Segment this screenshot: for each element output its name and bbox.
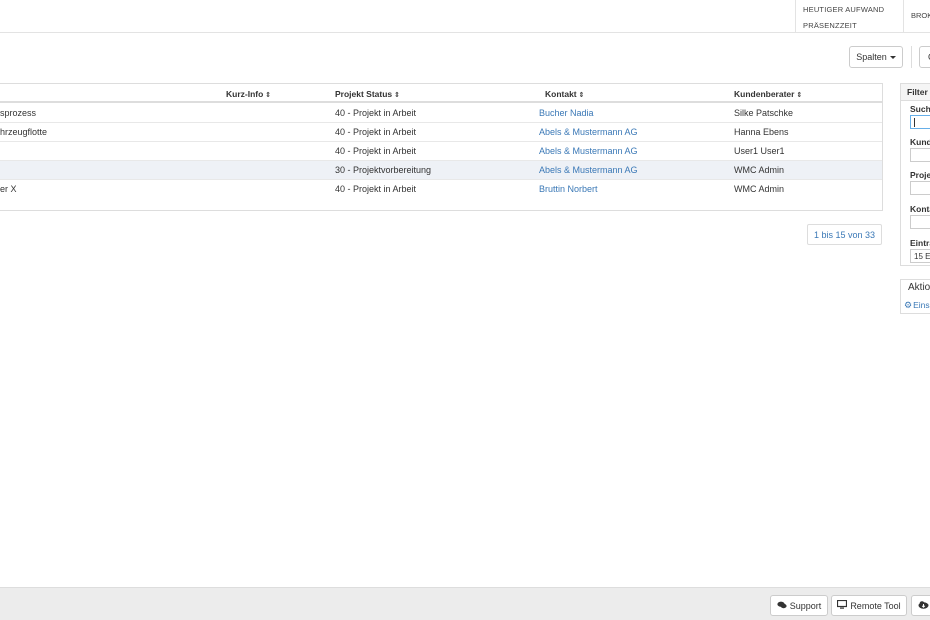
filter-title: Filter xyxy=(907,87,928,97)
table-row[interactable]: hrzeugflotte 40 - Projekt in Arbeit Abel… xyxy=(0,123,882,142)
actions-title: Aktio xyxy=(908,282,930,293)
filter-header: Filter xyxy=(901,84,930,101)
account-manager-cell: WMC Admin xyxy=(734,165,785,175)
project-status-cell: 40 - Projekt in Arbeit xyxy=(335,146,417,156)
table-row[interactable]: 40 - Projekt in Arbeit Abels & Musterman… xyxy=(0,142,882,161)
search-input[interactable] xyxy=(910,115,930,129)
attendance-time-label: PRÄSENZZEIT xyxy=(803,21,857,30)
account-manager-cell: User1 User1 xyxy=(734,146,785,156)
table-row[interactable]: er X 40 - Projekt in Arbeit Bruttin Norb… xyxy=(0,180,882,199)
table-row[interactable]: sprozess 40 - Projekt in Arbeit Bucher N… xyxy=(0,104,882,123)
project-name-cell: er X xyxy=(0,184,17,194)
chat-icon xyxy=(777,601,787,611)
header-kurz-info[interactable]: Kurz-Info ⇕ xyxy=(226,89,271,99)
project-name-cell: sprozess xyxy=(0,108,37,118)
pagination-info[interactable]: 1 bis 15 von 33 xyxy=(807,224,882,245)
cloud-download-button[interactable] xyxy=(911,595,930,616)
contact-input[interactable] xyxy=(910,215,930,229)
account-manager-cell: WMC Admin xyxy=(734,184,785,194)
toolbar-divider xyxy=(911,46,912,68)
customer-label: Kund xyxy=(910,137,930,147)
entries-select[interactable]: 15 E xyxy=(910,249,930,263)
search-label: Such xyxy=(910,104,930,114)
support-button[interactable]: Support xyxy=(770,595,828,616)
columns-button-label: Spalten xyxy=(856,52,887,62)
projects-table: Kurz-Info ⇕ Projekt Status ⇕ Kontakt ⇕ Kund… xyxy=(0,83,883,211)
extra-toolbar-button[interactable]: C xyxy=(919,46,930,68)
time-stats-panel[interactable]: HEUTIGER AUFWAND PRÄSENZZEIT xyxy=(795,0,903,33)
header-account-manager[interactable]: Kundenberater ⇕ xyxy=(734,89,802,99)
contact-label: Konta xyxy=(910,204,930,214)
entries-label: Eintra xyxy=(910,238,930,248)
sort-icon: ⇕ xyxy=(394,92,401,99)
customer-input[interactable] xyxy=(910,148,930,162)
project-status-cell: 40 - Projekt in Arbeit xyxy=(335,127,417,137)
remote-tool-button[interactable]: Remote Tool xyxy=(831,595,907,616)
account-manager-cell: Hanna Ebens xyxy=(734,127,789,137)
header-project-status[interactable]: Projekt Status ⇕ xyxy=(335,89,400,99)
columns-dropdown-button[interactable]: Spalten xyxy=(849,46,903,68)
broker-label: BROK xyxy=(911,11,930,20)
table-header: Kurz-Info ⇕ Projekt Status ⇕ Kontakt ⇕ Kund… xyxy=(0,84,882,103)
todays-effort-label: HEUTIGER AUFWAND xyxy=(803,5,885,14)
contact-link[interactable]: Abels & Mustermann AG xyxy=(539,146,638,156)
caret-down-icon xyxy=(889,55,896,59)
actions-panel: Aktio ⚙Eins xyxy=(900,279,930,314)
table-row[interactable]: 30 - Projektvorbereitung Abels & Musterm… xyxy=(0,161,882,180)
text-cursor xyxy=(914,118,915,127)
contact-link[interactable]: Bucher Nadia xyxy=(539,108,594,118)
contact-link[interactable]: Abels & Mustermann AG xyxy=(539,127,638,137)
footer-bar: Support Remote Tool xyxy=(0,587,930,620)
project-status-cell: 40 - Projekt in Arbeit xyxy=(335,108,417,118)
monitor-icon xyxy=(837,599,848,611)
sort-icon: ⇕ xyxy=(578,92,585,99)
support-label: Support xyxy=(789,600,822,611)
broker-panel[interactable]: BROK xyxy=(903,0,930,33)
project-input[interactable] xyxy=(910,181,930,195)
filter-panel: Filter Such Kund Proje Konta Eintra 15 E xyxy=(900,83,930,266)
project-status-cell: 40 - Projekt in Arbeit xyxy=(335,184,417,194)
settings-link[interactable]: ⚙Eins xyxy=(904,300,930,311)
top-bar: HEUTIGER AUFWAND PRÄSENZZEIT BROK xyxy=(0,0,930,33)
cloud-download-icon xyxy=(918,600,929,611)
sort-icon: ⇕ xyxy=(265,92,272,99)
sort-icon: ⇕ xyxy=(796,92,803,99)
project-name-cell: hrzeugflotte xyxy=(0,127,48,137)
cogs-icon: ⚙ xyxy=(904,300,913,310)
contact-link[interactable]: Abels & Mustermann AG xyxy=(539,165,638,175)
project-status-cell: 30 - Projektvorbereitung xyxy=(335,165,432,175)
account-manager-cell: Silke Patschke xyxy=(734,108,794,118)
remote-tool-label: Remote Tool xyxy=(850,600,901,611)
contact-link[interactable]: Bruttin Norbert xyxy=(539,184,598,194)
project-label: Proje xyxy=(910,170,930,180)
header-contact[interactable]: Kontakt ⇕ xyxy=(545,89,585,99)
